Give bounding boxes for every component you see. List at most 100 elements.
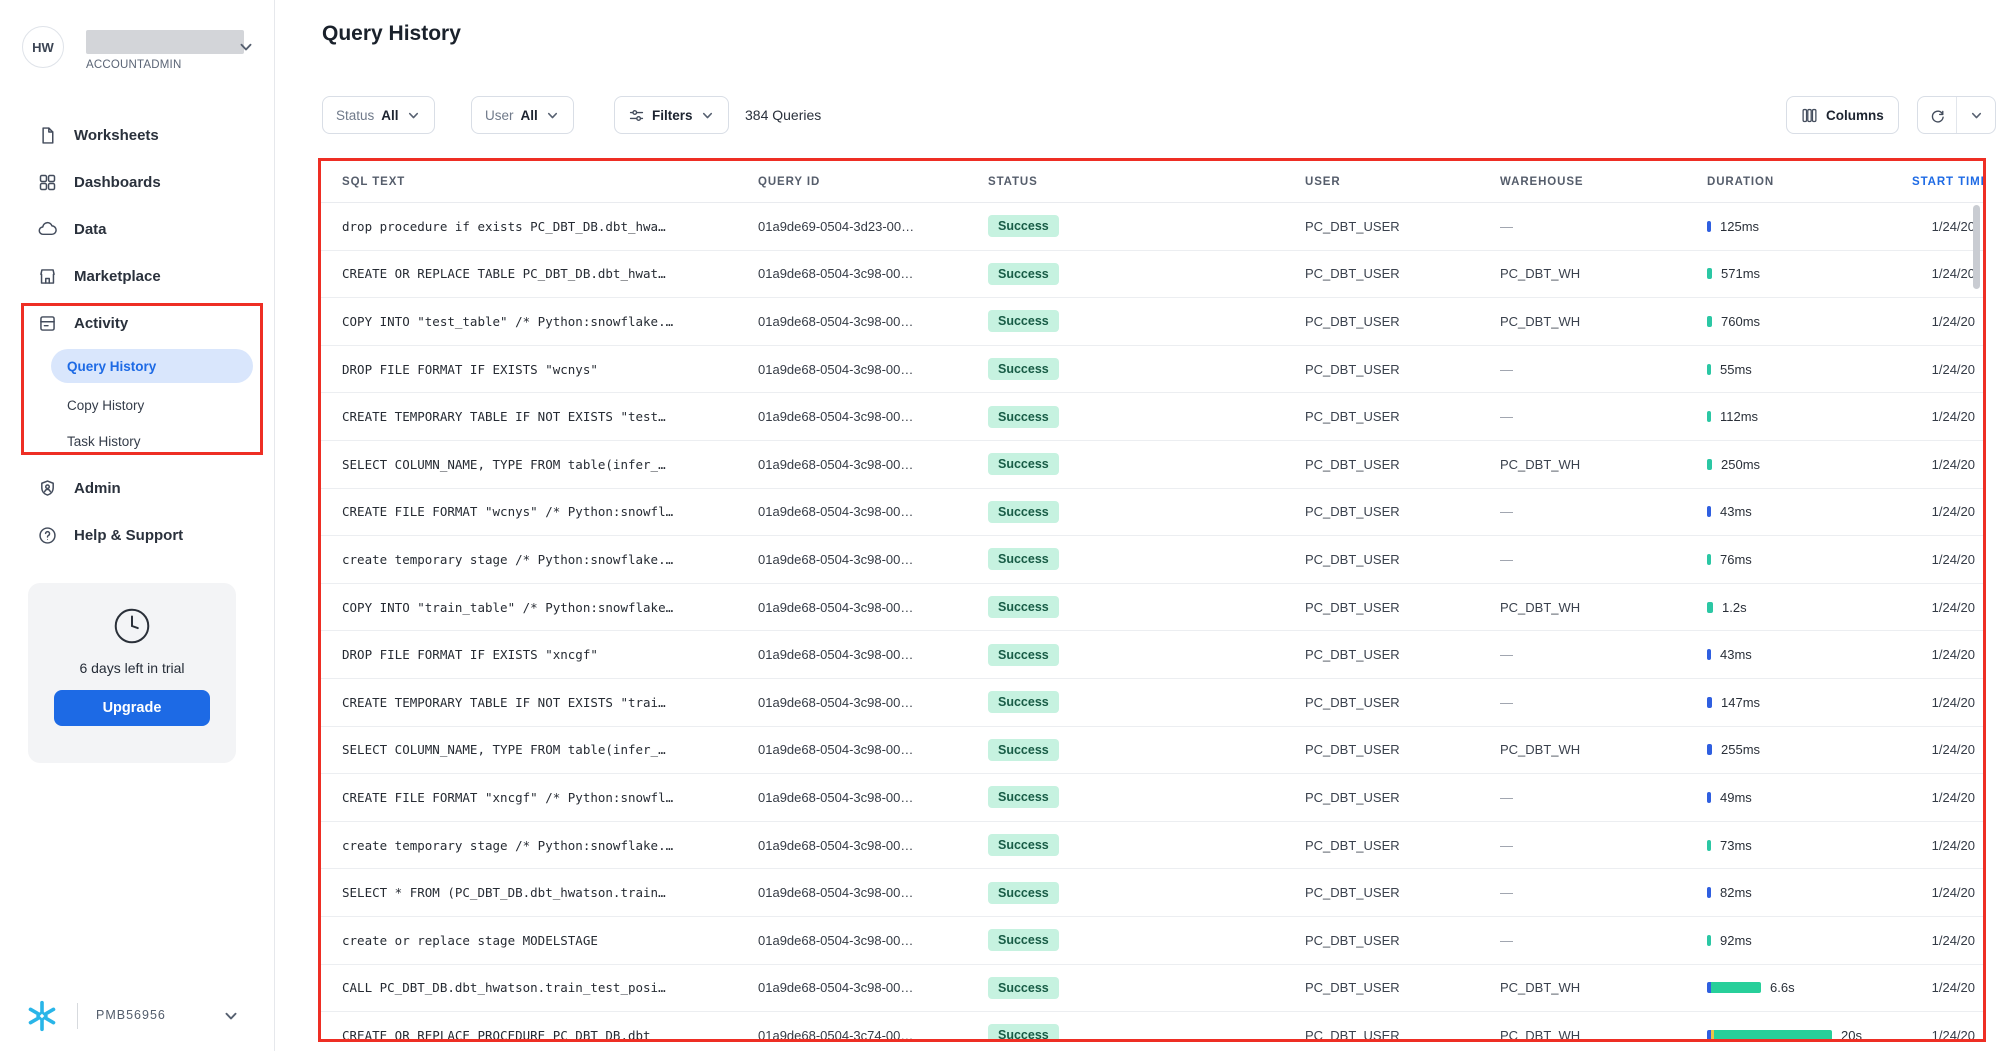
- filters-dropdown[interactable]: Filters: [614, 96, 729, 134]
- upgrade-button[interactable]: Upgrade: [54, 690, 210, 726]
- table-row[interactable]: CREATE OR REPLACE TABLE PC_DBT_DB.dbt_hw…: [321, 251, 1983, 299]
- duration-bar: [1707, 887, 1711, 898]
- table-row[interactable]: drop procedure if exists PC_DBT_DB.dbt_h…: [321, 203, 1983, 251]
- cell-warehouse: PC_DBT_WH: [1500, 266, 1707, 281]
- duration-label: 43ms: [1720, 647, 1752, 662]
- cell-status: Success: [988, 310, 1305, 332]
- cell-user: PC_DBT_USER: [1305, 742, 1500, 757]
- cell-warehouse: PC_DBT_WH: [1500, 1028, 1707, 1042]
- cell-status: Success: [988, 215, 1305, 237]
- table-row[interactable]: CREATE TEMPORARY TABLE IF NOT EXISTS "tr…: [321, 679, 1983, 727]
- table-row[interactable]: CALL PC_DBT_DB.dbt_hwatson.train_test_po…: [321, 965, 1983, 1013]
- sidebar-item-query-history[interactable]: Query History: [51, 349, 253, 383]
- cell-warehouse: PC_DBT_WH: [1500, 742, 1707, 757]
- table-row[interactable]: CREATE FILE FORMAT "wcnys" /* Python:sno…: [321, 489, 1983, 537]
- column-header-warehouse[interactable]: WAREHOUSE: [1500, 176, 1707, 188]
- status-badge: Success: [988, 215, 1059, 237]
- cell-query-id: 01a9de68-0504-3c98-00…: [758, 409, 988, 424]
- table-row[interactable]: SELECT * FROM (PC_DBT_DB.dbt_hwatson.tra…: [321, 869, 1983, 917]
- storefront-icon: [37, 266, 58, 287]
- cell-query-id: 01a9de68-0504-3c98-00…: [758, 314, 988, 329]
- footer-divider: [77, 1003, 78, 1029]
- cell-status: Success: [988, 644, 1305, 666]
- status-filter-dropdown[interactable]: Status All: [322, 96, 435, 134]
- admin-badge-icon: [37, 478, 58, 499]
- columns-button[interactable]: Columns: [1786, 96, 1899, 134]
- table-row[interactable]: create or replace stage MODELSTAGE01a9de…: [321, 917, 1983, 965]
- table-row[interactable]: DROP FILE FORMAT IF EXISTS "xncgf"01a9de…: [321, 631, 1983, 679]
- account-menu[interactable]: HW ACCOUNTADMIN: [20, 24, 255, 76]
- column-header-user[interactable]: USER: [1305, 176, 1500, 188]
- duration-label: 20s: [1841, 1028, 1862, 1042]
- cell-duration: 1.2s: [1707, 600, 1912, 615]
- refresh-button[interactable]: [1918, 97, 1957, 133]
- cell-start-time: 1/24/20: [1912, 933, 1983, 948]
- cell-user: PC_DBT_USER: [1305, 933, 1500, 948]
- chevron-down-icon: [1969, 108, 1984, 123]
- cell-duration: 125ms: [1707, 219, 1912, 234]
- table-row[interactable]: COPY INTO "test_table" /* Python:snowfla…: [321, 298, 1983, 346]
- sidebar-item-marketplace[interactable]: Marketplace: [0, 253, 275, 300]
- cell-status: Success: [988, 977, 1305, 999]
- duration-label: 255ms: [1721, 742, 1760, 757]
- table-row[interactable]: CREATE OR REPLACE PROCEDURE PC_DBT_DB.db…: [321, 1012, 1983, 1042]
- status-badge: Success: [988, 929, 1059, 951]
- duration-label: 112ms: [1720, 409, 1758, 424]
- duration-bar: [1707, 935, 1711, 946]
- cell-warehouse: —: [1500, 885, 1707, 900]
- table-row[interactable]: SELECT COLUMN_NAME, TYPE FROM table(infe…: [321, 727, 1983, 775]
- cell-start-time: 1/24/20: [1912, 695, 1983, 710]
- table-row[interactable]: create temporary stage /* Python:snowfla…: [321, 536, 1983, 584]
- column-header-sql-text[interactable]: SQL TEXT: [321, 176, 758, 188]
- sidebar-item-dashboards[interactable]: Dashboards: [0, 159, 275, 206]
- chevron-down-icon[interactable]: [222, 1007, 240, 1030]
- table-row[interactable]: SELECT COLUMN_NAME, TYPE FROM table(infe…: [321, 441, 1983, 489]
- cell-user: PC_DBT_USER: [1305, 790, 1500, 805]
- sidebar-item-task-history[interactable]: Task History: [0, 423, 275, 459]
- cell-duration: 92ms: [1707, 933, 1912, 948]
- cell-status: Success: [988, 501, 1305, 523]
- duration-bar: [1707, 649, 1711, 660]
- worksheet-icon: [37, 125, 58, 146]
- cell-query-id: 01a9de68-0504-3c98-00…: [758, 980, 988, 995]
- column-header-query-id[interactable]: QUERY ID: [758, 176, 988, 188]
- cell-status: Success: [988, 406, 1305, 428]
- sidebar-item-admin[interactable]: Admin: [0, 465, 275, 512]
- status-badge: Success: [988, 834, 1059, 856]
- sidebar-item-activity[interactable]: Activity: [0, 300, 275, 347]
- cell-user: PC_DBT_USER: [1305, 552, 1500, 567]
- status-badge: Success: [988, 310, 1059, 332]
- user-filter-dropdown[interactable]: User All: [471, 96, 574, 134]
- cell-duration: 76ms: [1707, 552, 1912, 567]
- cell-start-time: 1/24/20: [1912, 504, 1983, 519]
- status-badge: Success: [988, 548, 1059, 570]
- duration-bar: [1707, 697, 1712, 708]
- column-header-start-time[interactable]: START TIME: [1912, 176, 1983, 188]
- sidebar-item-copy-history[interactable]: Copy History: [0, 387, 275, 423]
- status-badge: Success: [988, 358, 1059, 380]
- sidebar-item-data[interactable]: Data: [0, 206, 275, 253]
- column-header-duration[interactable]: DURATION: [1707, 176, 1912, 188]
- cell-query-id: 01a9de68-0504-3c98-00…: [758, 647, 988, 662]
- cell-duration: 255ms: [1707, 742, 1912, 757]
- cell-status: Success: [988, 691, 1305, 713]
- cell-query-id: 01a9de68-0504-3c98-00…: [758, 695, 988, 710]
- column-header-status[interactable]: STATUS: [988, 176, 1305, 188]
- cell-query-id: 01a9de68-0504-3c98-00…: [758, 838, 988, 853]
- sidebar-item-worksheets[interactable]: Worksheets: [0, 112, 275, 159]
- table-row[interactable]: COPY INTO "train_table" /* Python:snowfl…: [321, 584, 1983, 632]
- sidebar-item-help-support[interactable]: Help & Support: [0, 512, 275, 559]
- scrollbar-thumb[interactable]: [1973, 205, 1980, 289]
- duration-bar: [1707, 1030, 1832, 1041]
- duration-label: 6.6s: [1770, 980, 1795, 995]
- table-row[interactable]: CREATE FILE FORMAT "xncgf" /* Python:sno…: [321, 774, 1983, 822]
- refresh-options-button[interactable]: [1957, 97, 1995, 133]
- table-row[interactable]: DROP FILE FORMAT IF EXISTS "wcnys"01a9de…: [321, 346, 1983, 394]
- status-badge: Success: [988, 739, 1059, 761]
- cell-sql-text: drop procedure if exists PC_DBT_DB.dbt_h…: [321, 219, 758, 234]
- cell-duration: 6.6s: [1707, 980, 1912, 995]
- cell-start-time: 1/24/20: [1912, 409, 1983, 424]
- table-row[interactable]: create temporary stage /* Python:snowfla…: [321, 822, 1983, 870]
- cell-query-id: 01a9de68-0504-3c98-00…: [758, 504, 988, 519]
- table-row[interactable]: CREATE TEMPORARY TABLE IF NOT EXISTS "te…: [321, 393, 1983, 441]
